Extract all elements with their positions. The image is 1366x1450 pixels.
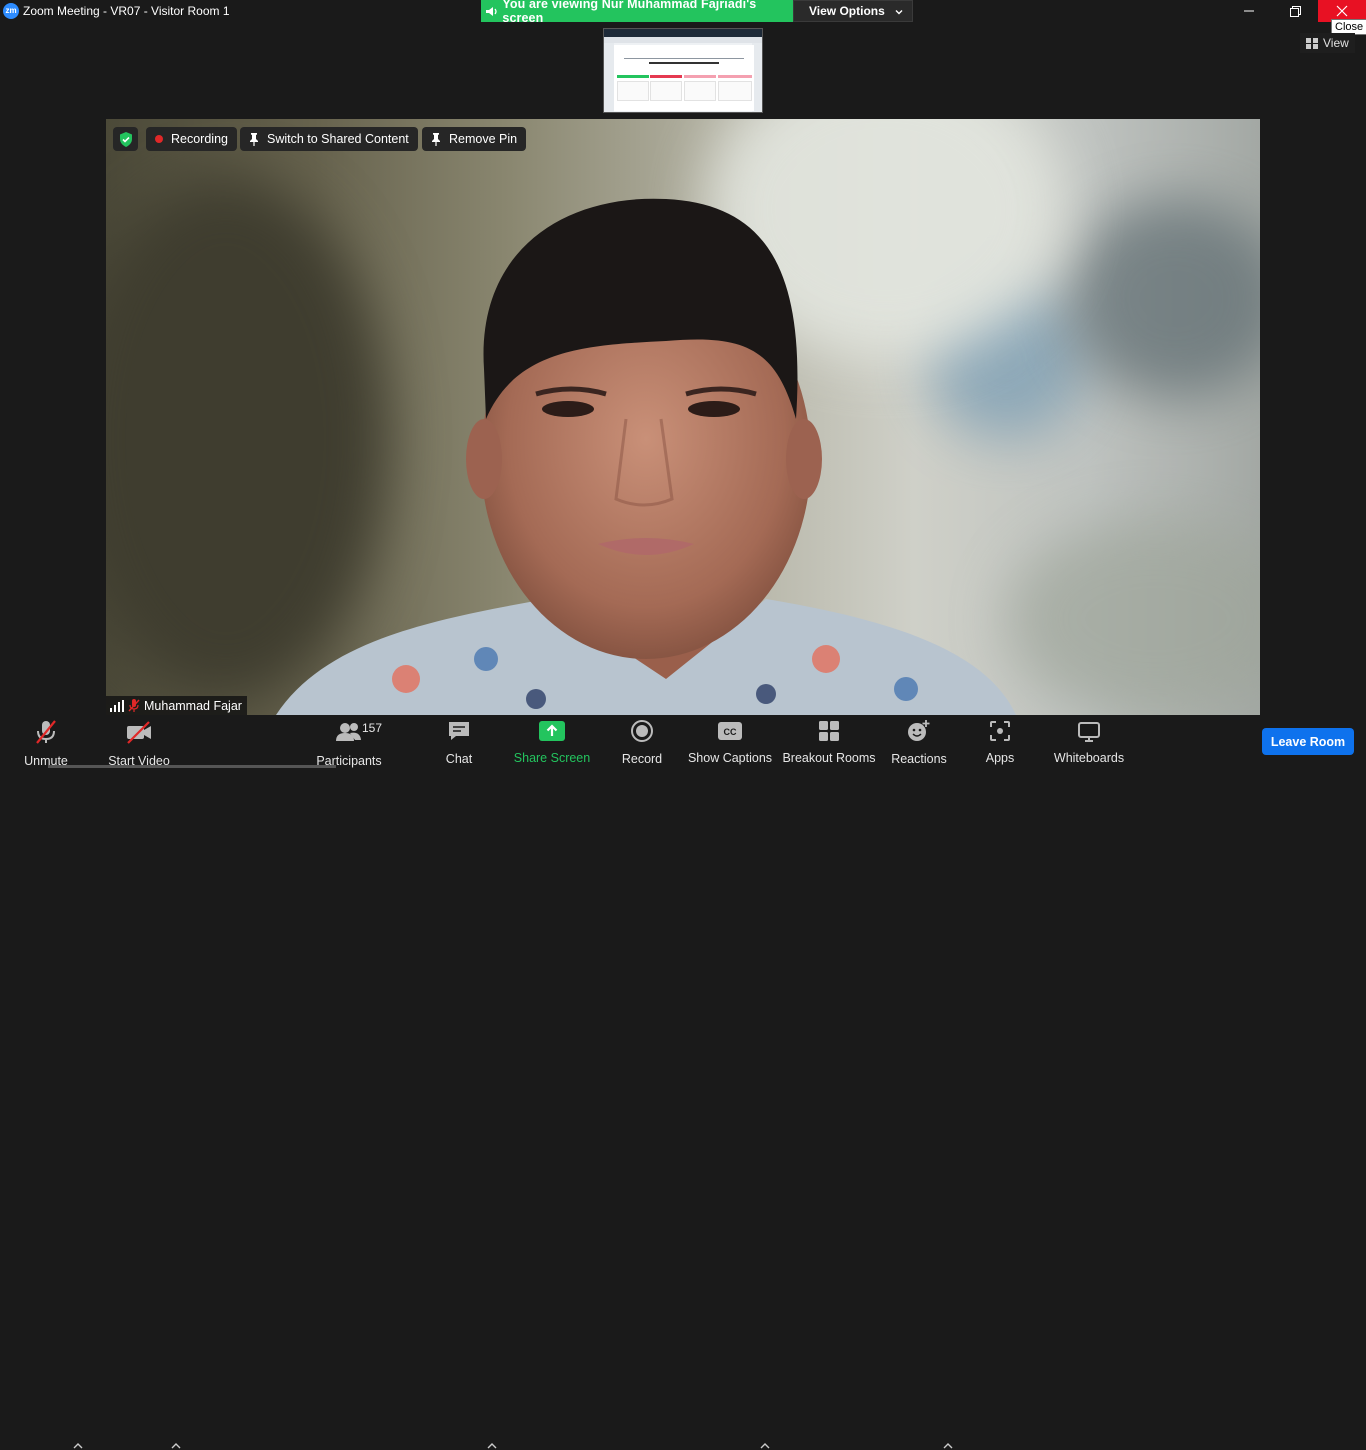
whiteboards-button[interactable]: Whiteboards — [1052, 719, 1126, 765]
breakout-rooms-label: Breakout Rooms — [782, 751, 876, 765]
switch-to-shared-content-button[interactable]: Switch to Shared Content — [240, 127, 418, 151]
thumb-cell — [650, 81, 682, 101]
thumb-chip — [684, 75, 716, 78]
breakout-rooms-icon — [818, 719, 840, 742]
security-shield-icon[interactable] — [113, 127, 138, 151]
thumb-heading-line — [649, 62, 719, 64]
thumb-cell — [718, 81, 752, 101]
pin-icon — [250, 132, 258, 146]
thumb-browser-bar — [604, 29, 762, 37]
breakout-rooms-button[interactable]: Breakout Rooms — [782, 719, 876, 765]
thumb-tab-bar — [604, 37, 762, 43]
record-icon — [630, 719, 654, 743]
svg-text:CC: CC — [724, 727, 737, 737]
participant-video[interactable] — [106, 119, 1260, 715]
share-screen-label: Share Screen — [513, 751, 591, 765]
reactions-label: Reactions — [891, 752, 947, 766]
remove-pin-button[interactable]: Remove Pin — [422, 127, 527, 151]
thumb-text-line — [624, 58, 744, 59]
record-button[interactable]: Record — [617, 719, 667, 766]
whiteboards-label: Whiteboards — [1053, 751, 1125, 765]
muted-mic-icon — [34, 719, 58, 745]
apps-button[interactable]: Apps — [980, 719, 1020, 765]
zoom-logo-icon: zm — [3, 3, 19, 19]
participant-name: Muhammad Fajar — [144, 698, 242, 713]
signal-strength-icon — [110, 699, 124, 712]
remove-pin-label: Remove Pin — [449, 132, 518, 146]
viewing-screen-banner: You are viewing Nur Muhammad Fajriadi's … — [481, 0, 793, 25]
chat-options-caret-icon[interactable] — [487, 1442, 497, 1450]
pin-icon — [432, 132, 440, 146]
recording-dot-icon — [155, 135, 163, 143]
participants-icon: 157 — [336, 719, 382, 745]
chevron-down-icon — [895, 10, 903, 15]
grid-icon — [1306, 37, 1318, 49]
minimize-icon — [1244, 10, 1254, 12]
share-screen-button[interactable]: Share Screen — [512, 719, 592, 765]
leave-room-label: Leave Room — [1270, 734, 1346, 749]
restore-icon — [1289, 5, 1301, 17]
participants-button[interactable]: 157 Participants — [314, 719, 384, 768]
chat-icon — [447, 719, 471, 743]
apps-icon — [989, 719, 1011, 742]
close-icon — [1336, 5, 1348, 17]
title-bar: zm Zoom Meeting - VR07 - Visitor Room 1 … — [0, 0, 1366, 25]
show-captions-button[interactable]: CC Show Captions — [687, 719, 773, 765]
thumb-left-panel — [604, 43, 614, 112]
audio-options-caret-icon[interactable] — [73, 1442, 83, 1450]
minimize-button[interactable] — [1226, 0, 1272, 22]
chat-button[interactable]: Chat — [440, 719, 478, 766]
shared-screen-thumbnail[interactable] — [603, 28, 763, 113]
start-video-button[interactable]: Start Video — [104, 719, 174, 768]
whiteboard-icon — [1077, 719, 1101, 742]
participants-count: 157 — [362, 721, 383, 735]
thumb-chip — [650, 75, 682, 78]
meeting-toolbar: Unmute Start Video 157 Participants Chat… — [0, 715, 1366, 1449]
thumb-cell — [684, 81, 716, 101]
video-off-icon — [125, 719, 153, 745]
thumb-chip — [718, 75, 752, 78]
view-button-label: View — [1323, 36, 1349, 50]
muted-mic-icon — [128, 699, 140, 712]
reactions-icon — [906, 719, 932, 743]
leave-room-button[interactable]: Leave Room — [1262, 728, 1354, 755]
captions-options-caret-icon[interactable] — [760, 1442, 770, 1450]
chat-label: Chat — [445, 752, 473, 766]
view-options-label: View Options — [809, 4, 885, 18]
view-options-button[interactable]: View Options — [793, 0, 913, 22]
video-options-caret-icon[interactable] — [171, 1442, 181, 1450]
participant-name-tag: Muhammad Fajar — [106, 696, 247, 715]
speaker-icon — [481, 0, 502, 22]
reactions-button[interactable]: Reactions — [890, 719, 948, 766]
window-title: Zoom Meeting - VR07 - Visitor Room 1 — [23, 4, 230, 18]
show-captions-label: Show Captions — [687, 751, 773, 765]
thumb-chip — [617, 75, 649, 78]
closed-captions-icon: CC — [717, 719, 743, 742]
viewing-text: You are viewing Nur Muhammad Fajriadi's … — [502, 0, 757, 25]
restore-button[interactable] — [1272, 0, 1318, 22]
thumb-cell — [617, 81, 649, 101]
person-figure — [276, 198, 1016, 715]
view-button[interactable]: View — [1300, 33, 1355, 53]
unmute-button[interactable]: Unmute — [20, 719, 72, 768]
recording-label: Recording — [171, 132, 228, 146]
thumb-page — [614, 45, 754, 111]
share-screen-icon — [539, 719, 565, 742]
record-label: Record — [621, 752, 663, 766]
reactions-options-caret-icon[interactable] — [943, 1442, 953, 1450]
switch-label: Switch to Shared Content — [267, 132, 409, 146]
recording-indicator[interactable]: Recording — [146, 127, 237, 151]
apps-label: Apps — [985, 751, 1015, 765]
